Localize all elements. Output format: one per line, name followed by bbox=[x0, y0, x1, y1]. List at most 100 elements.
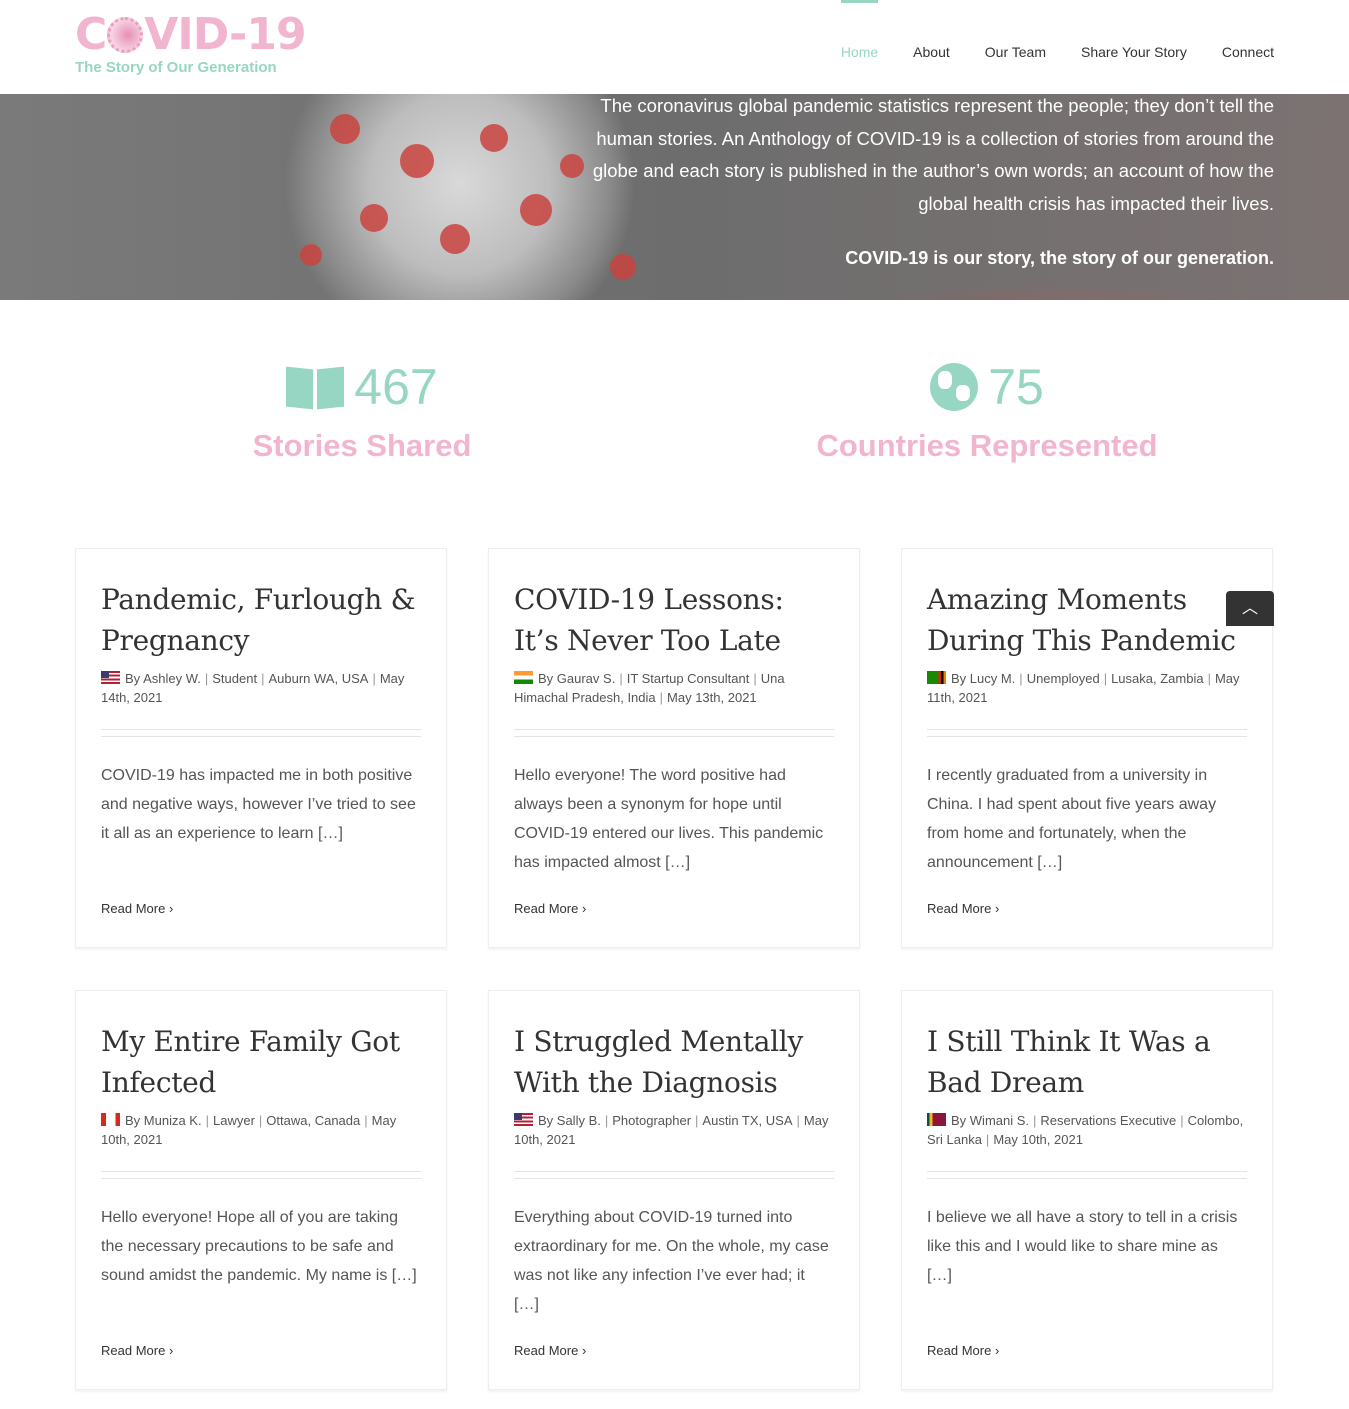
main-nav: Home About Our Team Share Your Story Con… bbox=[840, 0, 1274, 94]
countries-label: Countries Represented bbox=[816, 428, 1158, 463]
story-title[interactable]: I Struggled Mentally With the Diagnosis bbox=[514, 1021, 834, 1103]
story-excerpt: Hello everyone! The word positive had al… bbox=[514, 767, 824, 871]
read-more-label: Read More bbox=[927, 901, 992, 916]
divider bbox=[101, 1171, 421, 1179]
hero-banner: The coronavirus global pandemic statisti… bbox=[0, 94, 1349, 300]
read-more-link[interactable]: Read More › bbox=[101, 901, 173, 916]
site-logo[interactable]: C VID-19 The Story of Our Generation bbox=[75, 9, 307, 77]
story-excerpt: Everything about COVID-19 turned into ex… bbox=[514, 1209, 829, 1313]
read-more-link[interactable]: Read More › bbox=[927, 1343, 999, 1358]
occupation: Reservations Executive bbox=[1040, 1113, 1177, 1128]
hero-text: The coronavirus global pandemic statisti… bbox=[592, 95, 1274, 214]
occupation: IT Startup Consultant bbox=[626, 671, 750, 686]
story-title[interactable]: I Still Think It Was a Bad Dream bbox=[927, 1021, 1247, 1103]
read-more-link[interactable]: Read More › bbox=[514, 901, 586, 916]
nav-connect[interactable]: Connect bbox=[1222, 0, 1274, 94]
chevron-right-icon: › bbox=[994, 901, 1000, 916]
story-card: Amazing Moments During This Pandemic By … bbox=[901, 548, 1273, 948]
read-more-link[interactable]: Read More › bbox=[514, 1343, 586, 1358]
author: By Ashley W. bbox=[125, 671, 201, 686]
chevron-right-icon: › bbox=[581, 901, 587, 916]
story-meta: By Ashley W. | Student | Auburn WA, USA | May … bbox=[101, 671, 405, 705]
story-meta: By Gaurav S. | IT Startup Consultant | Una H… bbox=[514, 671, 785, 705]
occupation: Photographer bbox=[612, 1113, 692, 1128]
countries-count: 75 bbox=[988, 359, 1044, 415]
story-excerpt: Hello everyone! Hope all of you are taki… bbox=[101, 1209, 417, 1284]
story-meta: By Wimani S. | Reservations Executive | Colo… bbox=[927, 1113, 1244, 1147]
stats-section: 467 Stories Shared 75 Countries Represen… bbox=[0, 300, 1349, 548]
virus-spike bbox=[520, 194, 552, 226]
virus-spike bbox=[440, 224, 470, 254]
flag-icon bbox=[101, 1113, 120, 1126]
story-excerpt: I recently graduated from a university i… bbox=[927, 767, 1217, 871]
read-more-label: Read More bbox=[101, 1343, 166, 1358]
author: By Muniza K. bbox=[125, 1113, 202, 1128]
virus-spike bbox=[330, 114, 360, 144]
location: Austin TX, USA bbox=[702, 1113, 793, 1128]
divider bbox=[514, 729, 834, 737]
author: By Sally B. bbox=[538, 1113, 601, 1128]
chevron-right-icon: › bbox=[168, 901, 174, 916]
story-card: Pandemic, Furlough & Pregnancy By Ashley… bbox=[75, 548, 447, 948]
story-meta: By Lucy M. | Unemployed | Lusaka, Zambia | May… bbox=[927, 671, 1240, 705]
logo-tagline: The Story of Our Generation bbox=[75, 59, 277, 76]
flag-icon bbox=[514, 671, 533, 684]
virus-spike bbox=[400, 144, 434, 178]
flag-icon bbox=[927, 1113, 946, 1126]
story-card: COVID-19 Lessons: It’s Never Too Late By… bbox=[488, 548, 860, 948]
book-icon bbox=[286, 364, 344, 410]
story-title[interactable]: COVID-19 Lessons: It’s Never Too Late bbox=[514, 579, 834, 661]
story-title[interactable]: Amazing Moments During This Pandemic bbox=[927, 579, 1247, 661]
nav-about[interactable]: About bbox=[913, 0, 950, 94]
stat-stories: 467 Stories Shared bbox=[212, 359, 512, 464]
globe-icon bbox=[930, 363, 979, 411]
divider bbox=[101, 729, 421, 737]
author: By Gaurav S. bbox=[538, 671, 616, 686]
virus-icon bbox=[107, 17, 144, 53]
stories-label: Stories Shared bbox=[252, 428, 472, 463]
location: Ottawa, Canada bbox=[266, 1113, 361, 1128]
date: May 10th, 2021 bbox=[993, 1132, 1083, 1147]
location: Auburn WA, USA bbox=[268, 671, 369, 686]
nav-share-your-story[interactable]: Share Your Story bbox=[1081, 0, 1187, 94]
scroll-to-top-button[interactable]: ︿ bbox=[1226, 591, 1274, 626]
chevron-right-icon: › bbox=[994, 1343, 1000, 1358]
read-more-link[interactable]: Read More › bbox=[927, 901, 999, 916]
story-card: My Entire Family Got Infected By Muniza … bbox=[75, 990, 447, 1390]
story-card: I Still Think It Was a Bad Dream By Wima… bbox=[901, 990, 1273, 1390]
occupation: Student bbox=[212, 671, 258, 686]
flag-icon bbox=[101, 671, 120, 684]
story-meta: By Sally B. | Photographer | Austin TX, USA |… bbox=[514, 1113, 829, 1147]
stat-countries: 75 Countries Represented bbox=[787, 359, 1187, 464]
story-meta: By Muniza K. | Lawyer | Ottawa, Canada | May 1… bbox=[101, 1113, 397, 1147]
stories-count: 467 bbox=[354, 359, 438, 415]
divider bbox=[514, 1171, 834, 1179]
logo-title: C VID-19 bbox=[75, 9, 307, 60]
virus-spike bbox=[480, 124, 508, 152]
story-title[interactable]: Pandemic, Furlough & Pregnancy bbox=[101, 579, 421, 661]
hero-tagline: COVID-19 is our story, the story of our … bbox=[845, 248, 1274, 268]
virus-spike bbox=[300, 244, 322, 266]
flag-icon bbox=[514, 1113, 533, 1126]
date: May 13th, 2021 bbox=[667, 690, 757, 705]
site-header: C VID-19 The Story of Our Generation Home… bbox=[0, 0, 1349, 94]
location: Lusaka, Zambia bbox=[1111, 671, 1204, 686]
divider bbox=[927, 1171, 1247, 1179]
virus-spike bbox=[610, 254, 636, 280]
story-card: I Struggled Mentally With the Diagnosis … bbox=[488, 990, 860, 1390]
divider bbox=[927, 729, 1247, 737]
read-more-label: Read More bbox=[514, 1343, 579, 1358]
virus-spike bbox=[360, 204, 388, 232]
author: By Wimani S. bbox=[951, 1113, 1030, 1128]
read-more-label: Read More bbox=[514, 901, 579, 916]
nav-our-team[interactable]: Our Team bbox=[985, 0, 1046, 94]
nav-home[interactable]: Home bbox=[840, 0, 879, 94]
read-more-label: Read More bbox=[927, 1343, 992, 1358]
story-excerpt: COVID-19 has impacted me in both positiv… bbox=[101, 767, 416, 842]
story-title[interactable]: My Entire Family Got Infected bbox=[101, 1021, 421, 1103]
flag-icon bbox=[927, 671, 946, 684]
author: By Lucy M. bbox=[951, 671, 1016, 686]
occupation: Lawyer bbox=[212, 1113, 255, 1128]
read-more-link[interactable]: Read More › bbox=[101, 1343, 173, 1358]
occupation: Unemployed bbox=[1026, 671, 1100, 686]
